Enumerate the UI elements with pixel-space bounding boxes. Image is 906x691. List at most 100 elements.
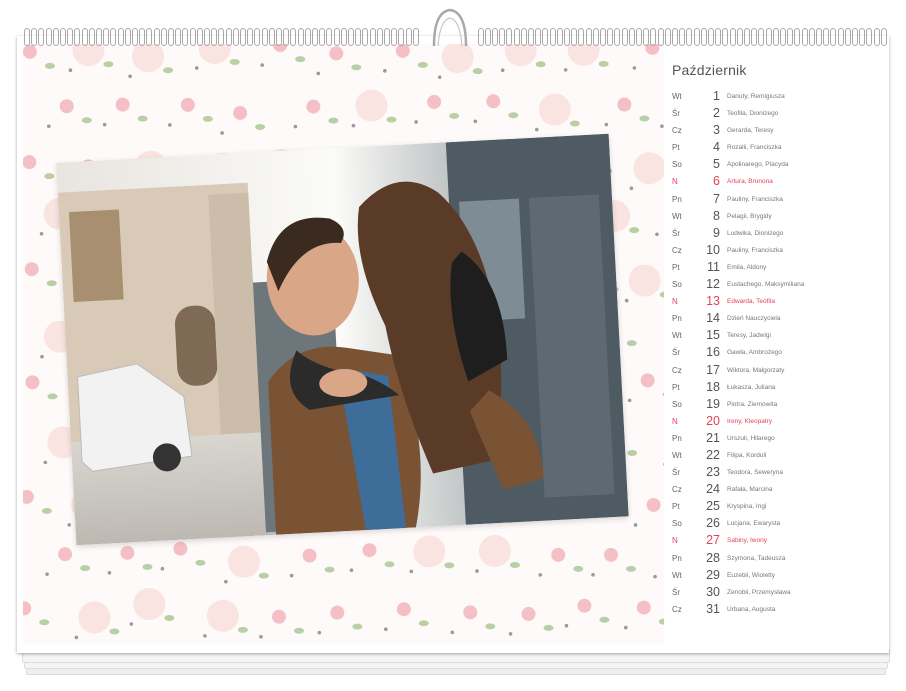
spiral-coil xyxy=(564,28,570,46)
day-row: So 5 Apolinarego, Placyda xyxy=(672,157,872,175)
day-number: 23 xyxy=(706,465,720,480)
dot xyxy=(129,622,134,626)
dot xyxy=(224,579,228,584)
name-day-text: Zenobii, Przemysława xyxy=(727,588,791,596)
spiral-coil xyxy=(477,28,484,46)
spiral-coil xyxy=(636,28,642,46)
day-number: 7 xyxy=(713,191,720,206)
spiral-coil xyxy=(650,28,657,46)
leaf xyxy=(195,559,206,566)
dot xyxy=(68,68,73,73)
day-number: 27 xyxy=(706,533,720,548)
flower xyxy=(25,375,40,390)
weekday-label: Śr xyxy=(672,468,680,478)
leaf xyxy=(80,565,91,572)
spiral-coil xyxy=(679,28,686,46)
day-number: 26 xyxy=(706,516,720,531)
spiral-coil xyxy=(312,28,318,46)
spiral-coil xyxy=(844,28,851,46)
spiral-coil xyxy=(686,28,693,46)
spiral-coil xyxy=(74,28,81,46)
day-number: 28 xyxy=(706,550,720,565)
leaf xyxy=(417,61,428,68)
flower xyxy=(24,262,39,277)
dot xyxy=(623,625,628,630)
leaf xyxy=(573,565,584,572)
spiral-coil xyxy=(254,28,261,46)
spiral-coil xyxy=(751,28,758,46)
weekday-label: Wt xyxy=(672,92,682,101)
spiral-coil xyxy=(880,28,887,46)
spiral-coil xyxy=(621,28,628,46)
dot xyxy=(500,68,505,73)
spiral-coil xyxy=(837,28,844,46)
spiral-coil xyxy=(535,28,542,46)
spiral-coil xyxy=(304,28,311,46)
leaf xyxy=(535,61,546,68)
weekday-label: Cz xyxy=(672,245,682,255)
spiral-coil xyxy=(729,28,736,46)
spiral-coil xyxy=(499,28,506,46)
dot xyxy=(660,124,664,128)
flower xyxy=(120,545,135,560)
dot xyxy=(67,523,72,527)
leaf xyxy=(324,566,335,573)
day-number: 5 xyxy=(713,157,720,172)
dot xyxy=(591,573,595,577)
day-row: Pn 28 Szymona, Tadeusza xyxy=(672,550,872,569)
spiral-coil xyxy=(96,28,102,46)
spiral-coil xyxy=(31,28,38,46)
name-day-text: Eustachego, Maksymiliana xyxy=(727,281,805,289)
flower xyxy=(233,105,248,120)
day-number: 4 xyxy=(713,140,720,155)
spiral-coil xyxy=(873,28,880,46)
spiral-coil xyxy=(211,28,218,46)
leaf xyxy=(258,572,269,579)
flower xyxy=(521,606,536,621)
spiral-coil xyxy=(348,28,354,46)
dot xyxy=(534,127,539,132)
dot xyxy=(473,119,478,124)
leaf xyxy=(508,112,519,119)
flower xyxy=(567,44,600,66)
flower xyxy=(427,94,442,109)
weekday-label: Pn xyxy=(672,314,682,324)
month-title: Październik xyxy=(672,62,747,78)
spiral-coil xyxy=(520,28,527,46)
day-row: Pn 21 Urszuli, Hilarego xyxy=(672,431,872,449)
spiral-coil xyxy=(319,28,326,46)
leaf xyxy=(418,620,429,627)
weekday-label: Wt xyxy=(672,331,682,341)
name-day-text: Pelagii, Brygidy xyxy=(727,212,772,220)
flower xyxy=(59,99,74,114)
weekday-label: N xyxy=(672,297,678,307)
name-day-text: Emila, Aldony xyxy=(727,263,767,271)
dot xyxy=(409,569,414,574)
day-number: 20 xyxy=(706,413,720,428)
dot xyxy=(437,75,442,79)
leaf xyxy=(386,116,397,123)
spiral-coil xyxy=(808,28,815,46)
spiral-coil xyxy=(542,28,549,46)
leaf xyxy=(44,173,55,180)
spiral-coil xyxy=(340,28,347,46)
flower xyxy=(617,97,632,112)
flower xyxy=(302,548,317,563)
leaf xyxy=(598,60,609,67)
weekday-label: Pt xyxy=(672,262,680,272)
day-row: N 13 Edwarda, Teofila xyxy=(672,294,872,312)
flower xyxy=(355,89,388,122)
spiral-coil xyxy=(261,28,268,46)
weekday-label: Pn xyxy=(672,433,682,443)
leaf xyxy=(142,563,153,570)
day-number: 14 xyxy=(706,311,720,326)
leaf xyxy=(328,117,339,124)
spiral-coil xyxy=(578,28,585,46)
day-row: Wt 22 Filipa, Korduli xyxy=(672,448,872,466)
weekday-label: Pt xyxy=(672,502,680,512)
day-number: 16 xyxy=(706,345,720,360)
name-day-text: Piotra, Ziemowita xyxy=(727,400,778,408)
day-row: Śr 23 Teodora, Seweryna xyxy=(672,465,872,483)
spiral-coil xyxy=(232,28,239,46)
dot xyxy=(563,68,568,72)
